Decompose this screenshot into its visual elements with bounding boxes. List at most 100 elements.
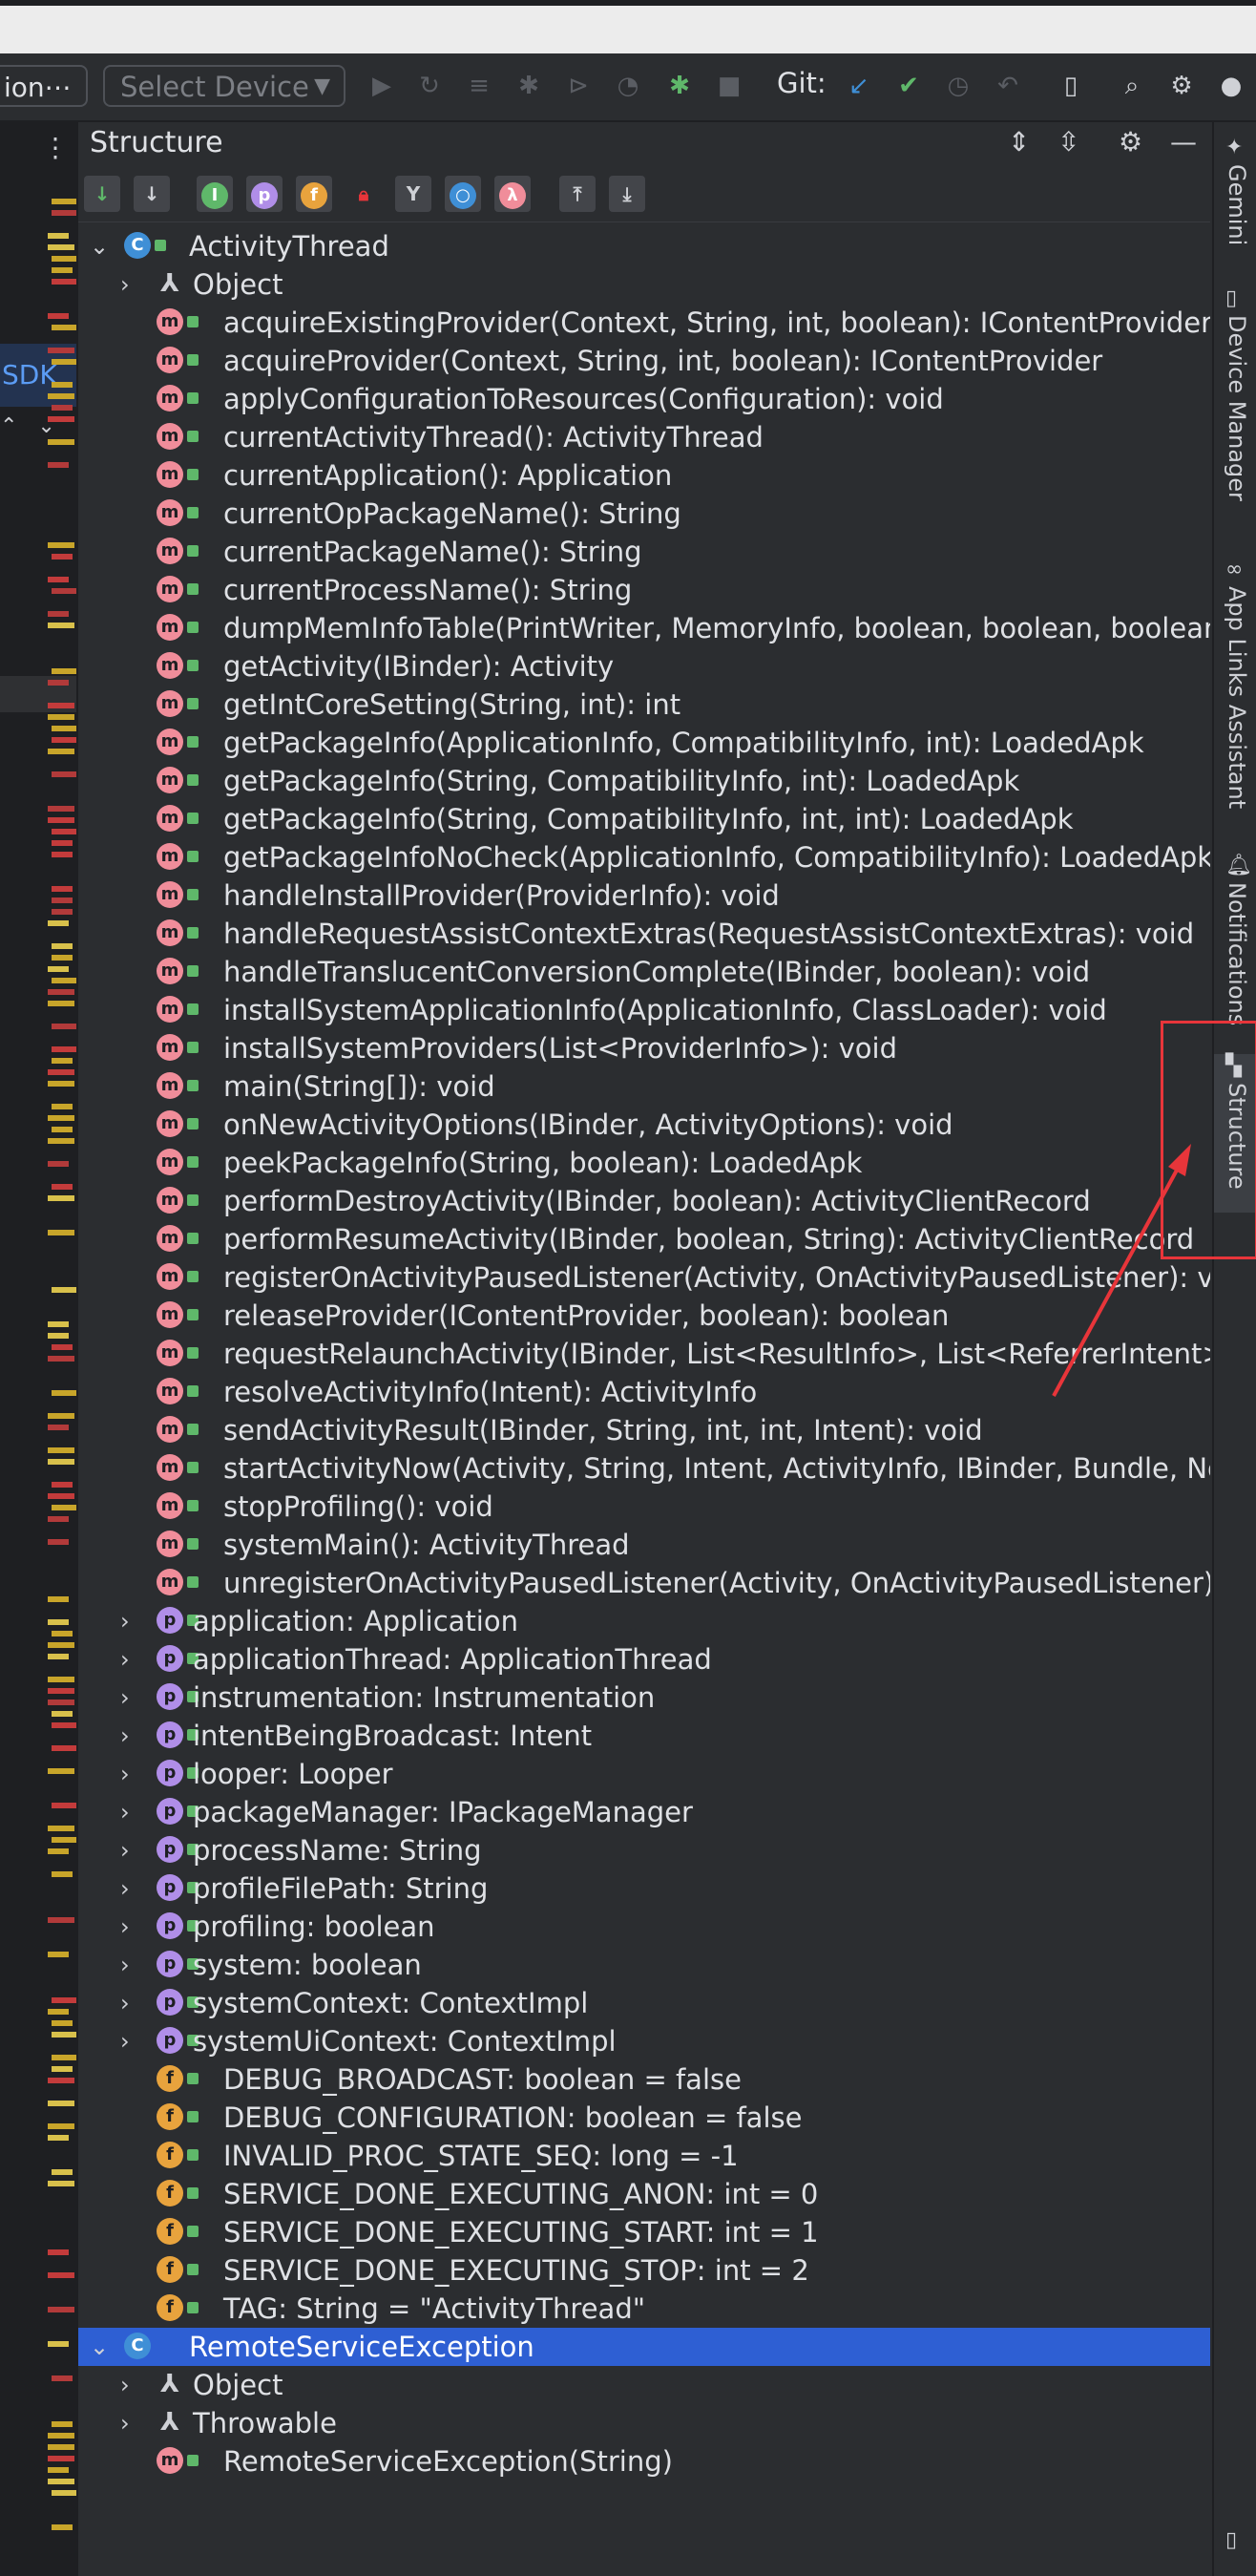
stripe-mark[interactable] (48, 1642, 74, 1648)
stripe-mark[interactable] (48, 714, 74, 720)
stripe-mark[interactable] (52, 1024, 78, 1029)
apply-changes-icon[interactable]: ≡ (462, 69, 496, 103)
tree-row[interactable]: f SERVICE_DONE_EXECUTING_START: int = 1 (78, 2213, 1210, 2251)
stripe-mark[interactable] (48, 2272, 74, 2278)
stripe-mark[interactable] (52, 2169, 73, 2175)
stripe-mark[interactable] (48, 1447, 74, 1453)
stripe-mark[interactable] (52, 1058, 73, 1064)
tree-row[interactable]: m currentOpPackageName(): String (78, 495, 1210, 533)
chevron-right-icon[interactable]: › (120, 1831, 130, 1869)
stripe-mark[interactable] (52, 943, 73, 949)
stripe-mark[interactable] (48, 1848, 69, 1854)
stripe-mark[interactable] (52, 1482, 73, 1488)
stripe-mark[interactable] (52, 256, 78, 262)
gear-icon[interactable]: ⚙ (1164, 69, 1199, 103)
stripe-mark[interactable] (48, 2249, 69, 2255)
git-update-icon[interactable]: ↙ (842, 69, 876, 103)
tree-row[interactable]: m currentPackageName(): String (78, 533, 1210, 571)
account-icon[interactable]: ● (1214, 69, 1248, 103)
stripe-mark[interactable] (48, 1069, 74, 1075)
chevron-right-icon[interactable]: › (120, 1640, 130, 1679)
show-fields-icon[interactable]: f (296, 176, 332, 212)
tree-row[interactable]: m registerOnActivityPausedListener(Activi… (78, 1258, 1210, 1297)
tree-row[interactable]: m currentApplication(): Application (78, 456, 1210, 495)
stripe-mark[interactable] (48, 1161, 69, 1167)
tree-row[interactable]: › p instrumentation: Instrumentation (78, 1679, 1210, 1717)
chevron-right-icon[interactable]: › (120, 1602, 130, 1640)
tree-row[interactable]: f INVALID_PROC_STATE_SEQ: long = -1 (78, 2137, 1210, 2175)
tree-row[interactable]: › ⅄ Object (78, 2366, 1210, 2404)
show-hierarchy-icon[interactable]: Y (395, 176, 431, 212)
show-lambdas-icon[interactable]: λ (494, 176, 531, 212)
stripe-mark[interactable] (52, 1631, 73, 1636)
tree-row[interactable]: m unregisterOnActivityPausedListener(Acti… (78, 1564, 1210, 1602)
minimize-icon[interactable]: — (1170, 126, 1197, 158)
stripe-mark[interactable] (52, 829, 78, 834)
chevron-right-icon[interactable]: › (120, 1946, 130, 1984)
git-history-icon[interactable]: ◷ (941, 69, 975, 103)
attach-debugger-icon[interactable]: ⊳ (561, 69, 596, 103)
stripe-mark[interactable] (48, 1700, 74, 1705)
expand-all-icon[interactable]: ⇕ (1008, 126, 1030, 158)
stripe-mark[interactable] (52, 1997, 78, 2003)
more-options-icon[interactable]: ⋮ (42, 132, 69, 163)
stripe-mark[interactable] (48, 2433, 74, 2439)
tree-row[interactable]: m main(String[]): void (78, 1067, 1210, 1106)
chevron-right-icon[interactable]: › (120, 2404, 130, 2442)
stripe-mark[interactable] (48, 1333, 69, 1339)
stripe-mark[interactable] (52, 210, 78, 216)
chevron-right-icon[interactable]: › (120, 265, 130, 304)
stripe-mark[interactable] (48, 2444, 74, 2450)
stripe-mark[interactable] (48, 1596, 69, 1602)
autoscroll-from-source-icon[interactable]: ⤓ (609, 176, 645, 212)
stripe-mark[interactable] (52, 909, 73, 915)
stripe-mark[interactable] (48, 1688, 74, 1694)
chevron-right-icon[interactable]: › (120, 1755, 130, 1793)
stripe-mark[interactable] (52, 1287, 78, 1293)
stripe-mark[interactable] (52, 840, 73, 846)
tree-row[interactable]: f DEBUG_CONFIGURATION: boolean = false (78, 2099, 1210, 2137)
stripe-mark[interactable] (48, 1081, 74, 1087)
stripe-mark[interactable] (48, 1768, 74, 1774)
tree-row[interactable]: › p application: Application (78, 1602, 1210, 1640)
tree-row[interactable]: m handleInstallProvider(ProviderInfo): vo… (78, 876, 1210, 915)
stripe-mark[interactable] (48, 2341, 69, 2347)
stripe-mark[interactable] (48, 611, 69, 617)
chevron-right-icon[interactable]: › (120, 1984, 130, 2022)
stripe-mark[interactable] (52, 359, 78, 365)
stripe-mark[interactable] (52, 897, 73, 903)
run-configuration-select[interactable]: ion⋯ (0, 65, 88, 107)
tree-row[interactable]: m dumpMemInfoTable(PrintWriter, MemoryInf… (78, 609, 1210, 647)
tree-row[interactable]: › p systemContext: ContextImpl (78, 1984, 1210, 2022)
stripe-mark[interactable] (48, 1459, 74, 1465)
tree-row[interactable]: › p profiling: boolean (78, 1908, 1210, 1946)
tree-row[interactable]: m releaseProvider(IContentProvider, boole… (78, 1297, 1210, 1335)
stripe-mark[interactable] (52, 1871, 73, 1877)
stripe-mark[interactable] (48, 1356, 74, 1362)
stripe-mark[interactable] (52, 382, 73, 388)
show-anonymous-icon[interactable]: ○ (445, 176, 481, 212)
stripe-mark[interactable] (48, 2467, 69, 2473)
stripe-mark[interactable] (48, 703, 74, 708)
stripe-mark[interactable] (48, 2135, 69, 2141)
tree-row[interactable]: › ⅄ Object (78, 265, 1210, 304)
stripe-mark[interactable] (52, 554, 73, 560)
stripe-mark[interactable] (52, 1722, 78, 1728)
stripe-mark[interactable] (52, 1184, 73, 1190)
tree-row[interactable]: › p profileFilePath: String (78, 1869, 1210, 1908)
collapse-all-icon[interactable]: ⇳ (1057, 126, 1079, 158)
stripe-mark[interactable] (48, 348, 74, 353)
tree-row[interactable]: m systemMain(): ActivityThread (78, 1526, 1210, 1564)
tree-row[interactable]: m getPackageInfo(String, CompatibilityInf… (78, 800, 1210, 838)
stripe-mark[interactable] (48, 2009, 69, 2015)
tree-row[interactable]: m requestRelaunchActivity(IBinder, List<R… (78, 1335, 1210, 1373)
stripe-mark[interactable] (48, 416, 74, 422)
stripe-mark[interactable] (52, 267, 73, 273)
stripe-mark[interactable] (48, 1516, 69, 1522)
stripe-mark[interactable] (52, 955, 73, 961)
stripe-mark[interactable] (52, 2490, 78, 2496)
stripe-mark[interactable] (48, 680, 69, 686)
stripe-mark[interactable] (48, 1413, 74, 1419)
tab-bottom[interactable]: ▯ (1214, 2528, 1256, 2566)
chevron-right-icon[interactable]: › (120, 1717, 130, 1755)
